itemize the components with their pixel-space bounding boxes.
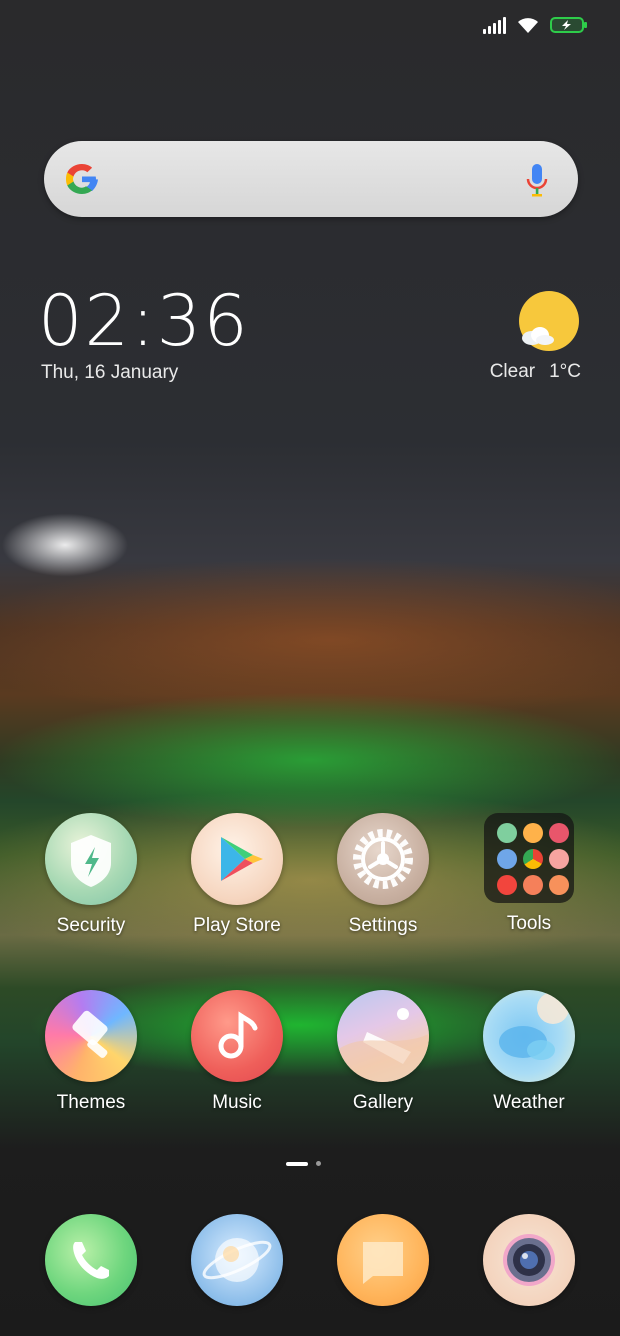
- weather-temperature: 1°C: [549, 361, 581, 382]
- google-search-bar[interactable]: [44, 141, 578, 217]
- dock-browser[interactable]: [177, 1214, 297, 1306]
- phone-icon: [45, 1214, 137, 1306]
- mic-icon[interactable]: [526, 163, 548, 197]
- gallery-icon: [337, 990, 429, 1082]
- shield-bolt-icon: [45, 813, 137, 905]
- weather-summary[interactable]: Clear 1°C: [490, 361, 581, 383]
- app-label: Gallery: [352, 1092, 414, 1113]
- camera-icon: [483, 1214, 575, 1306]
- app-label: Tools: [506, 913, 552, 934]
- app-label: Security: [56, 915, 126, 936]
- battery-charging-icon: [550, 17, 587, 33]
- dock-camera[interactable]: [469, 1214, 589, 1306]
- page-dot-active: [286, 1161, 308, 1166]
- app-settings[interactable]: Settings: [323, 813, 443, 937]
- browser-icon: [191, 1214, 283, 1306]
- app-security[interactable]: Security: [31, 813, 151, 937]
- app-music[interactable]: Music: [177, 990, 297, 1114]
- page-dot: [316, 1161, 321, 1166]
- app-tools-folder[interactable]: Tools: [469, 813, 589, 935]
- play-store-icon: [191, 813, 283, 905]
- app-play-store[interactable]: Play Store: [177, 813, 297, 937]
- app-weather[interactable]: Weather: [469, 990, 589, 1114]
- gear-icon: [337, 813, 429, 905]
- google-g-icon: [66, 164, 98, 194]
- weather-condition: Clear: [489, 361, 536, 382]
- app-themes[interactable]: Themes: [31, 990, 151, 1114]
- app-label: Music: [212, 1092, 262, 1113]
- app-gallery[interactable]: Gallery: [323, 990, 443, 1114]
- messages-icon: [337, 1214, 429, 1306]
- music-note-icon: [191, 990, 283, 1082]
- signal-icon: [483, 16, 506, 34]
- app-label: Settings: [348, 915, 418, 936]
- wifi-icon: [518, 18, 538, 33]
- app-label: Themes: [56, 1092, 126, 1113]
- clock-time[interactable]: 02:36: [38, 280, 250, 362]
- dock-phone[interactable]: [31, 1214, 151, 1306]
- folder-icon: [484, 813, 574, 903]
- clock-date: Thu, 16 January: [41, 362, 179, 383]
- page-indicator: [286, 1161, 321, 1166]
- app-label: Weather: [493, 1092, 565, 1113]
- app-label: Play Store: [193, 915, 281, 936]
- status-bar: [483, 16, 587, 34]
- weather-icon: [483, 990, 575, 1082]
- dock-messages[interactable]: [323, 1214, 443, 1306]
- sun-cloud-icon[interactable]: [518, 290, 580, 352]
- brush-icon: [45, 990, 137, 1082]
